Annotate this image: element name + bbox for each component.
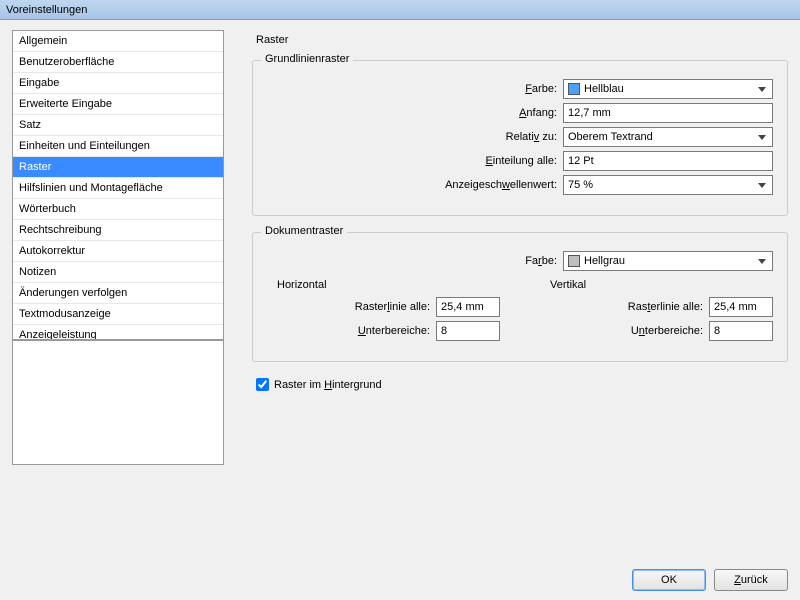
combo-relative-to[interactable]: Oberem Textrand	[563, 127, 773, 147]
sidebar-item[interactable]: Rechtschreibung	[13, 220, 223, 241]
input-v-subdiv[interactable]: 8	[709, 321, 773, 341]
combo-relative-value: Oberem Textrand	[568, 131, 653, 143]
combo-document-color-value: Hellgrau	[584, 255, 625, 267]
input-h-gridline[interactable]: 25,4 mm	[436, 297, 500, 317]
dialog-footer: OK Zurück	[0, 560, 800, 600]
sidebar-item[interactable]: Allgemein	[13, 31, 223, 52]
label-increment: Einteilung alle:	[485, 155, 557, 167]
input-h-subdiv[interactable]: 8	[436, 321, 500, 341]
combo-baseline-color[interactable]: Hellblau	[563, 79, 773, 99]
label-h-subdiv: Unterbereiche:	[358, 325, 430, 337]
label-relative-to: Relativ zu:	[506, 131, 557, 143]
label-horizontal: Horizontal	[277, 279, 500, 291]
checkbox-grid-background-row: Raster im Hintergrund	[256, 378, 788, 391]
sidebar-item[interactable]: Textmodusanzeige	[13, 304, 223, 325]
sidebar-item[interactable]: Notizen	[13, 262, 223, 283]
label-doc-color: Farbe:	[525, 255, 557, 267]
sidebar-item[interactable]: Autokorrektur	[13, 241, 223, 262]
back-button[interactable]: Zurück	[714, 569, 788, 591]
sidebar-item[interactable]: Hilfslinien und Montagefläche	[13, 178, 223, 199]
combo-threshold[interactable]: 75 %	[563, 175, 773, 195]
combo-baseline-color-value: Hellblau	[584, 83, 624, 95]
group-baseline-legend: Grundlinienraster	[261, 53, 353, 65]
group-document-grid: Dokumentraster Farbe: Hellgrau Horizonta…	[252, 232, 788, 362]
category-list[interactable]: AllgemeinBenutzeroberflächeEingabeErweit…	[12, 30, 224, 340]
col-horizontal: Horizontal Rasterlinie alle: 25,4 mm Unt…	[267, 279, 500, 345]
sidebar-item[interactable]: Erweiterte Eingabe	[13, 94, 223, 115]
checkbox-grid-background[interactable]	[256, 378, 269, 391]
label-grid-background[interactable]: Raster im Hintergrund	[274, 379, 382, 391]
label-color: Farbe:	[525, 83, 557, 95]
sidebar-item[interactable]: Wörterbuch	[13, 199, 223, 220]
category-detail	[12, 340, 224, 465]
group-baseline-grid: Grundlinienraster Farbe: Hellblau Anfang…	[252, 60, 788, 216]
label-vertical: Vertikal	[550, 279, 773, 291]
label-h-gridline: Rasterlinie alle:	[355, 301, 430, 313]
sidebar-item[interactable]: Eingabe	[13, 73, 223, 94]
col-vertical: Vertikal Rasterlinie alle: 25,4 mm Unter…	[540, 279, 773, 345]
label-v-subdiv: Unterbereiche:	[631, 325, 703, 337]
ok-button[interactable]: OK	[632, 569, 706, 591]
combo-document-color[interactable]: Hellgrau	[563, 251, 773, 271]
label-start: Anfang:	[519, 107, 557, 119]
panel-raster: Raster Grundlinienraster Farbe: Hellblau…	[224, 30, 788, 560]
input-increment[interactable]: 12 Pt	[563, 151, 773, 171]
input-v-gridline[interactable]: 25,4 mm	[709, 297, 773, 317]
swatch-icon	[568, 83, 580, 95]
sidebar-item[interactable]: Einheiten und Einteilungen	[13, 136, 223, 157]
sidebar-item[interactable]: Satz	[13, 115, 223, 136]
group-document-legend: Dokumentraster	[261, 225, 347, 237]
label-threshold: Anzeigeschwellenwert:	[445, 179, 557, 191]
input-start[interactable]: 12,7 mm	[563, 103, 773, 123]
sidebar-item[interactable]: Anzeigeleistung	[13, 325, 223, 340]
combo-threshold-value: 75 %	[568, 179, 593, 191]
sidebar: AllgemeinBenutzeroberflächeEingabeErweit…	[12, 30, 224, 560]
sidebar-item[interactable]: Benutzeroberfläche	[13, 52, 223, 73]
label-v-gridline: Rasterlinie alle:	[628, 301, 703, 313]
panel-heading: Raster	[256, 34, 788, 46]
dialog-body: AllgemeinBenutzeroberflächeEingabeErweit…	[0, 20, 800, 560]
sidebar-item[interactable]: Raster	[13, 157, 223, 178]
sidebar-item[interactable]: Änderungen verfolgen	[13, 283, 223, 304]
dialog-title: Voreinstellungen	[0, 0, 800, 20]
swatch-icon	[568, 255, 580, 267]
